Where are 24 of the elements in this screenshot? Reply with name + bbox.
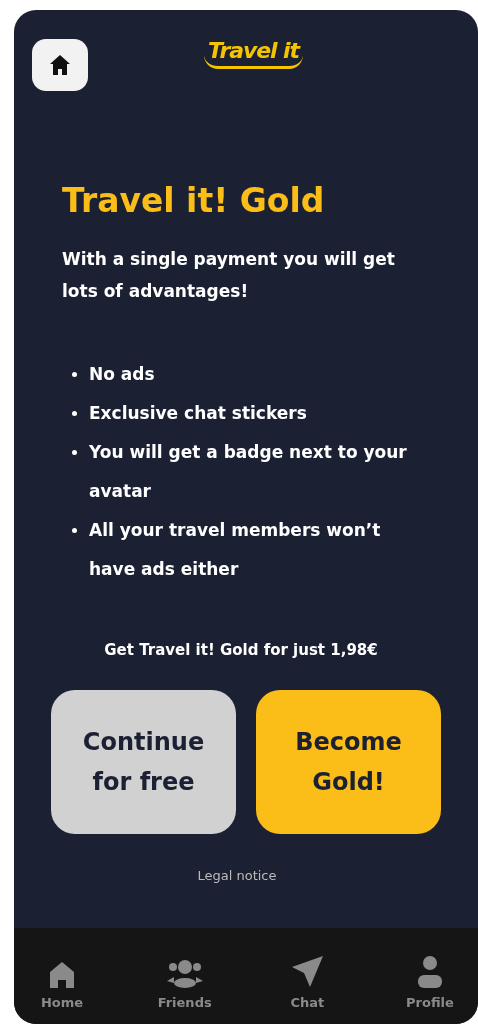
bullet-icon [72,372,77,378]
bullet-icon [72,528,77,534]
continue-free-button[interactable]: Continue for free [51,689,236,834]
paper-plane-icon [290,954,325,989]
nav-item[interactable]: Profile [399,954,460,1012]
nav-item[interactable]: Friends [154,956,215,1012]
bullet-icon [72,411,77,417]
home-button[interactable] [32,39,88,91]
benefit-text: All your travel members won’t have ads either [89,519,382,582]
person-icon [416,954,443,989]
nav-item[interactable]: Chat [277,954,338,1012]
home-icon [49,960,75,989]
price-note: Get Travel it! Gold for just 1,98€ [103,640,379,662]
nav-item[interactable]: Home [32,960,92,1012]
page-title: Travel it! Gold [62,180,326,222]
benefit-text: No ads [89,363,155,387]
upgrade-button[interactable]: Become Gold! [256,689,441,834]
home-icon [49,54,71,76]
legal-notice-link[interactable]: Legal notice [197,865,277,886]
intro-text: With a single payment you will get lots of advantages! [62,248,396,304]
benefit-text: Exclusive chat stickers [89,402,307,426]
benefit-text: You will get a badge next to your avatar [89,441,408,504]
bullet-icon [72,450,77,456]
logo: Travel it [204,36,303,69]
